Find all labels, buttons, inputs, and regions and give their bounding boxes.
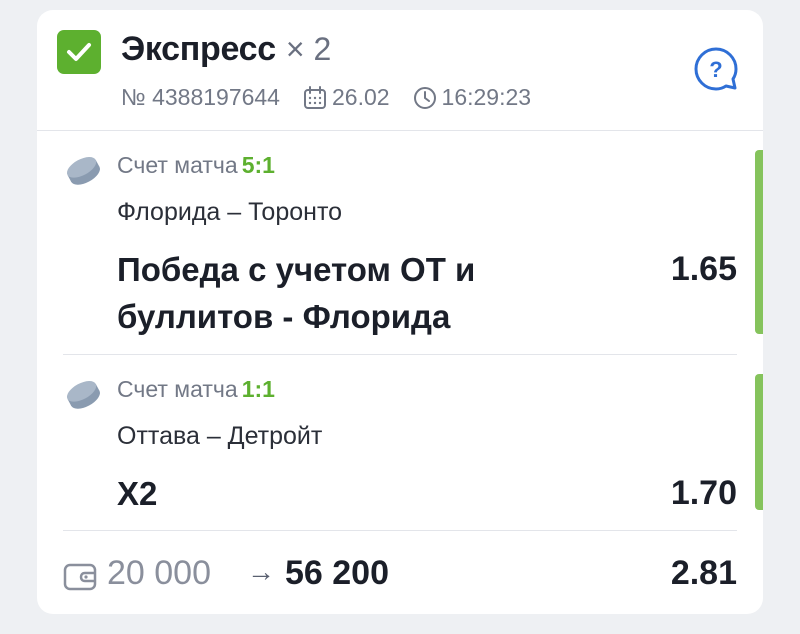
match-teams: Флорида – Торонто — [117, 198, 343, 226]
title-row: Экспресс × 2 — [121, 30, 331, 69]
express-bet-card: Экспресс × 2 № 4388197644 26.02 16:29:23… — [37, 10, 763, 614]
win-status-bar — [755, 150, 763, 334]
bet-odds: 1.65 — [670, 250, 737, 288]
match-score: Счет матча 5:1 — [117, 152, 275, 179]
match-score: Счет матча 1:1 — [117, 376, 275, 403]
wallet-icon — [63, 563, 97, 591]
bet-meta: № 4388197644 26.02 16:29:23 — [121, 84, 531, 111]
bet-type-title: Экспресс — [121, 30, 276, 68]
win-status-bar — [755, 374, 763, 510]
total-odds: 2.81 — [670, 554, 737, 592]
score-value: 1:1 — [241, 376, 275, 402]
hockey-puck-icon — [66, 381, 100, 409]
bet-time: 16:29:23 — [441, 84, 532, 110]
score-label: Счет матча — [117, 376, 238, 402]
events-count: × 2 — [285, 31, 332, 67]
arrow-right-icon: → — [247, 556, 275, 587]
header-divider — [37, 130, 763, 131]
bet-event-2[interactable]: Счет матча 1:1 Оттава – Детройт Х2 1.70 — [37, 376, 763, 526]
bet-number: № 4388197644 — [121, 84, 280, 110]
bet-summary: 20 000 → 56 200 2.81 — [37, 550, 763, 600]
bet-odds: 1.70 — [670, 474, 737, 512]
svg-text:?: ? — [709, 57, 722, 82]
footer-divider — [63, 530, 737, 531]
score-value: 5:1 — [241, 152, 275, 178]
hockey-puck-icon — [66, 157, 100, 185]
check-icon[interactable] — [57, 30, 101, 74]
bet-header: Экспресс × 2 № 4388197644 26.02 16:29:23… — [37, 10, 763, 130]
bet-event-1[interactable]: Счет матча 5:1 Флорида – Торонто Победа с… — [37, 152, 763, 352]
bet-divider — [63, 354, 737, 355]
bet-date: 26.02 — [331, 84, 390, 110]
question-bubble-icon[interactable]: ? — [693, 46, 739, 92]
match-teams: Оттава – Детройт — [117, 422, 323, 450]
score-label: Счет матча — [117, 152, 238, 178]
bet-outcome: Х2 — [117, 475, 158, 512]
bet-outcome: Победа с учетом ОТ и буллитов - Флорида — [117, 251, 476, 335]
clock-icon — [413, 86, 436, 109]
payout-amount: 56 200 — [285, 554, 389, 592]
calendar-icon — [303, 85, 326, 109]
stake-amount: 20 000 — [107, 554, 211, 592]
